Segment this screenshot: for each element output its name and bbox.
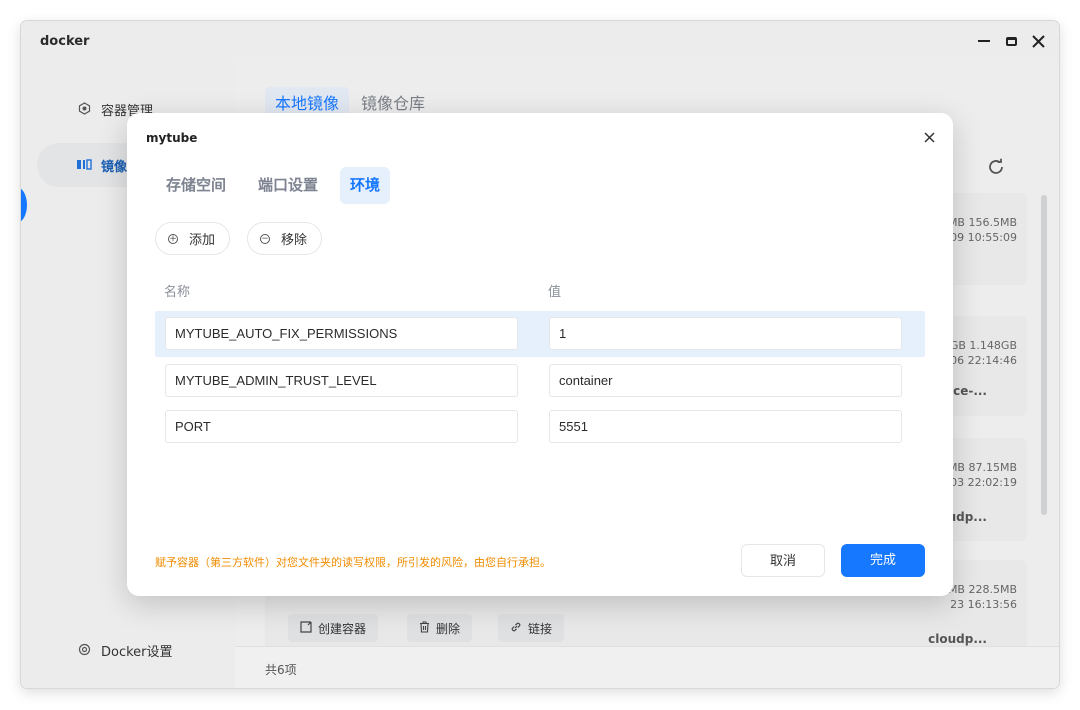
plus-circle-icon: +: [168, 233, 178, 244]
tab-storage[interactable]: 存储空间: [157, 167, 236, 204]
column-header-value: 值: [548, 285, 562, 300]
env-name-input[interactable]: [165, 317, 518, 350]
env-row[interactable]: [155, 404, 925, 450]
close-icon: [923, 132, 935, 143]
risk-warning: 赋予容器（第三方软件）对您文件夹的读写权限，所引发的风险，由您自行承担。: [155, 556, 551, 569]
dialog-tabs: 存储空间 端口设置 环境: [157, 167, 402, 204]
dialog-close-button[interactable]: [920, 129, 938, 147]
env-value-input[interactable]: [549, 410, 902, 443]
column-header-name: 名称: [164, 285, 191, 300]
minus-circle-icon: −: [260, 233, 270, 244]
cancel-button[interactable]: 取消: [741, 544, 825, 577]
done-button[interactable]: 完成: [841, 544, 925, 577]
env-name-input[interactable]: [165, 364, 518, 397]
remove-label: 移除: [281, 233, 308, 248]
add-env-button[interactable]: + 添加: [155, 222, 231, 255]
env-value-input[interactable]: [549, 317, 902, 350]
tab-environment[interactable]: 环境: [340, 167, 391, 204]
dialog-title: mytube: [146, 131, 198, 145]
tab-port-settings[interactable]: 端口设置: [248, 167, 328, 204]
env-row[interactable]: [155, 358, 925, 404]
env-name-input[interactable]: [165, 410, 518, 443]
remove-env-button[interactable]: − 移除: [247, 222, 323, 255]
env-row[interactable]: [155, 311, 925, 357]
env-settings-dialog: mytube 存储空间 端口设置 环境 + 添加 − 移除 名称 值 MYTUB…: [127, 113, 953, 596]
env-value-input[interactable]: [549, 364, 902, 397]
add-label: 添加: [189, 233, 216, 248]
modal-overlay: mytube 存储空间 端口设置 环境 + 添加 − 移除 名称 值 MYTUB…: [0, 0, 1080, 710]
